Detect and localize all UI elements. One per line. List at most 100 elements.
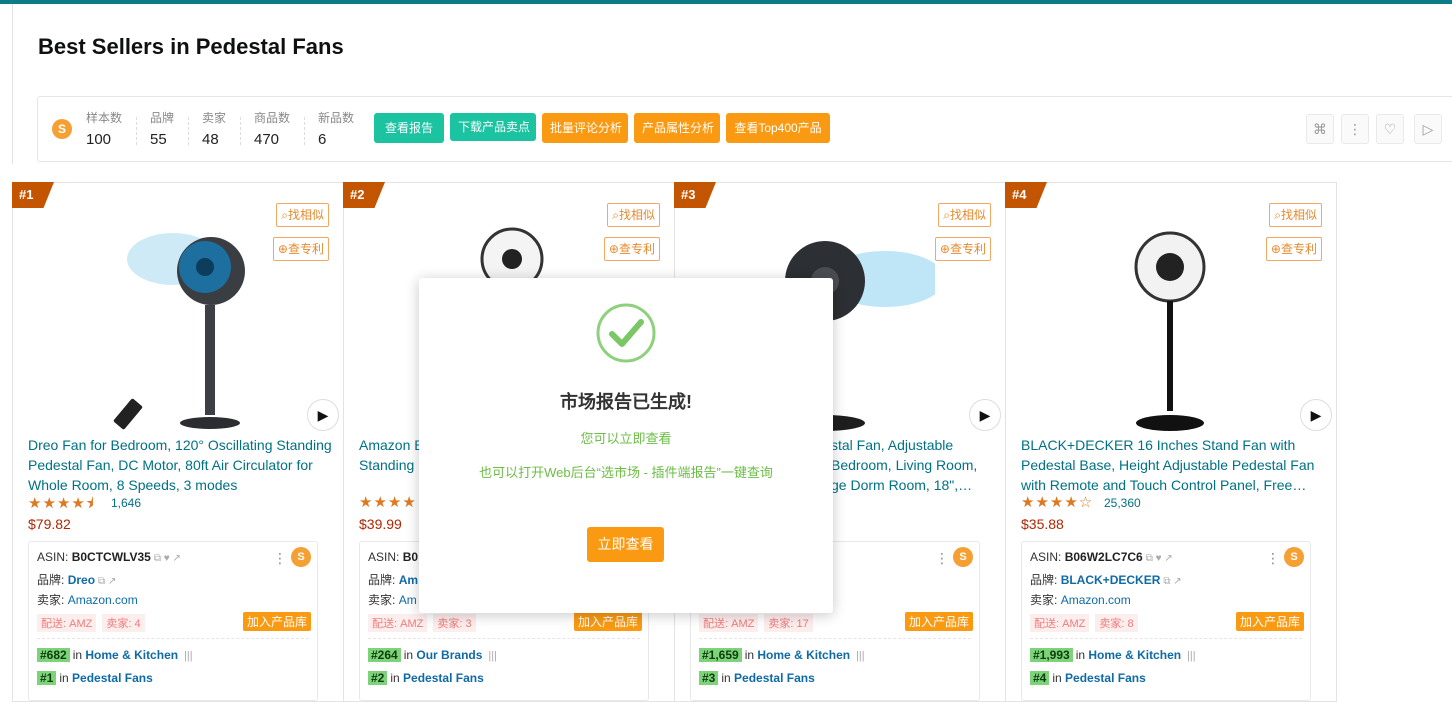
product-image[interactable] bbox=[93, 219, 273, 435]
in-label: in bbox=[72, 648, 83, 662]
stat-separator bbox=[136, 117, 137, 145]
plugin-logo-icon[interactable]: S bbox=[953, 547, 973, 567]
top400-button[interactable]: 查看Top400产品 bbox=[726, 113, 830, 143]
check-patent-button[interactable]: ⊕查专利 bbox=[603, 237, 660, 261]
heart-icon[interactable]: ♡ bbox=[1376, 114, 1404, 144]
stat-label: 商品数 bbox=[254, 111, 291, 125]
seller-link[interactable]: Amazon.com bbox=[68, 593, 138, 607]
category-link[interactable]: Home & Kitchen bbox=[757, 648, 850, 662]
view-report-button[interactable]: 查看报告 bbox=[374, 113, 444, 143]
modal-subtitle: 您可以立即查看 bbox=[580, 431, 672, 446]
product-title-link[interactable]: stal Fan, Adjustable Bedroom, Living Roo… bbox=[831, 435, 991, 495]
find-similar-button[interactable]: ⌕找相似 bbox=[1269, 203, 1322, 227]
bar-chart-icon[interactable]: ||| bbox=[488, 650, 497, 662]
category-rank: #1,993 bbox=[1030, 648, 1073, 662]
category-link[interactable]: Home & Kitchen bbox=[1088, 648, 1181, 662]
subcategory-link[interactable]: Pedestal Fans bbox=[72, 671, 153, 685]
asin-label: ASIN: bbox=[368, 550, 400, 564]
stat-seller-count: 卖家 48 bbox=[202, 109, 226, 148]
check-patent-label: 查专利 bbox=[1280, 242, 1317, 256]
bulk-review-analysis-button[interactable]: 批量评论分析 bbox=[542, 113, 628, 143]
play-video-button[interactable]: ▶ bbox=[307, 399, 339, 431]
delivery-tag: 配送: AMZ bbox=[1030, 614, 1090, 632]
subcategory-link[interactable]: Pedestal Fans bbox=[734, 671, 815, 685]
brand-row: 品牌: BLACK+DECKER ⧉ ↗ bbox=[1030, 571, 1182, 588]
divider bbox=[699, 638, 971, 639]
subcategory-rank: #4 bbox=[1030, 671, 1050, 685]
category-link[interactable]: Home & Kitchen bbox=[85, 648, 178, 662]
stat-value: 470 bbox=[254, 131, 280, 148]
brand-label: 品牌: bbox=[368, 573, 396, 587]
more-vertical-icon[interactable]: ⋮ bbox=[1266, 550, 1280, 567]
check-patent-button[interactable]: ⊕查专利 bbox=[1265, 237, 1322, 261]
rank-badge: #1 bbox=[12, 182, 54, 208]
copy-icon[interactable]: ⧉ ↗ bbox=[98, 576, 116, 587]
success-check-icon bbox=[596, 303, 656, 363]
subcategory-link[interactable]: Pedestal Fans bbox=[1065, 671, 1146, 685]
in-label: in bbox=[403, 648, 414, 662]
add-to-library-button[interactable]: 加入产品库 bbox=[242, 612, 311, 631]
add-to-library-button[interactable]: 加入产品库 bbox=[1235, 612, 1304, 631]
brand-link[interactable]: Dreo bbox=[68, 573, 95, 587]
brand-link[interactable]: BLACK+DECKER bbox=[1061, 573, 1161, 587]
brand-link[interactable]: Am bbox=[399, 573, 418, 587]
find-similar-label: 找相似 bbox=[1280, 208, 1317, 222]
more-vertical-icon[interactable]: ⋮ bbox=[935, 550, 949, 567]
brand-row: 品牌: Am bbox=[368, 571, 418, 588]
delivery-tag: 配送: AMZ bbox=[699, 614, 759, 632]
in-label: in bbox=[1075, 648, 1086, 662]
find-similar-button[interactable]: ⌕找相似 bbox=[938, 203, 991, 227]
product-title-link[interactable]: BLACK+DECKER 16 Inches Stand Fan with Pe… bbox=[1021, 435, 1326, 495]
review-count[interactable]: 1,646 bbox=[111, 496, 141, 510]
stat-separator bbox=[188, 117, 189, 145]
product-card: #4 ⌕找相似 ⊕查专利 ▶ BLACK+DECKER 16 Inches St… bbox=[1005, 182, 1337, 702]
category-link[interactable]: Our Brands bbox=[416, 648, 482, 662]
bar-chart-icon[interactable]: ||| bbox=[856, 650, 865, 662]
check-patent-button[interactable]: ⊕查专利 bbox=[272, 237, 329, 261]
play-video-button[interactable]: ▶ bbox=[1300, 399, 1332, 431]
more-vertical-icon[interactable]: ⋮ bbox=[273, 550, 287, 567]
product-title-link[interactable]: Dreo Fan for Bedroom, 120° Oscillating S… bbox=[28, 435, 333, 495]
plugin-logo-icon[interactable]: S bbox=[1284, 547, 1304, 567]
add-to-library-button[interactable]: 加入产品库 bbox=[573, 612, 642, 631]
find-similar-button[interactable]: ⌕找相似 bbox=[276, 203, 329, 227]
star-rating: ★★★★ bbox=[359, 494, 417, 511]
copy-icon[interactable]: ⧉ ♥ ↗ bbox=[1146, 553, 1173, 564]
asin-value: B0 bbox=[402, 550, 419, 564]
check-patent-button[interactable]: ⊕查专利 bbox=[934, 237, 991, 261]
asin-row: ASIN: B0CTCWLV35 ⧉ ♥ ↗ bbox=[37, 550, 181, 564]
stat-separator bbox=[240, 117, 241, 145]
stat-label: 新品数 bbox=[318, 111, 355, 125]
product-info-panel: ASIN: B06W2LC7C6 ⧉ ♥ ↗ ⋮ S 品牌: BLACK+DECK… bbox=[1021, 541, 1311, 701]
command-icon[interactable]: ⌘ bbox=[1306, 114, 1334, 144]
find-similar-button[interactable]: ⌕找相似 bbox=[607, 203, 660, 227]
copy-icon[interactable]: ⧉ ♥ ↗ bbox=[154, 553, 181, 564]
category-rank-row: #1,993 in Home & Kitchen ||| bbox=[1030, 648, 1196, 662]
product-price: $79.82 bbox=[28, 516, 71, 532]
attribute-analysis-button[interactable]: 产品属性分析 bbox=[634, 113, 720, 143]
copy-icon[interactable]: ⧉ ↗ bbox=[1163, 576, 1181, 587]
brand-label: 品牌: bbox=[37, 573, 65, 587]
bar-chart-icon[interactable]: ||| bbox=[184, 650, 193, 662]
top-accent-bar bbox=[0, 0, 1452, 4]
seller-link[interactable]: Amazon.com bbox=[1061, 593, 1131, 607]
review-count[interactable]: 25,360 bbox=[1104, 496, 1141, 510]
more-vertical-icon[interactable]: ⋮ bbox=[1341, 114, 1369, 144]
download-selling-points-button[interactable]: 下载产品卖点 bbox=[450, 113, 536, 141]
category-rank: #682 bbox=[37, 648, 70, 662]
plugin-logo-icon[interactable]: S bbox=[291, 547, 311, 567]
video-icon[interactable]: ▷ bbox=[1414, 114, 1442, 144]
bar-chart-icon[interactable]: ||| bbox=[1187, 650, 1196, 662]
seller-row: 卖家: Am bbox=[368, 591, 417, 608]
brand-label: 品牌: bbox=[1030, 573, 1058, 587]
product-image[interactable] bbox=[1086, 219, 1266, 435]
asin-label: ASIN: bbox=[1030, 550, 1062, 564]
subcategory-rank: #3 bbox=[699, 671, 719, 685]
play-video-button[interactable]: ▶ bbox=[969, 399, 1001, 431]
asin-value: B06W2LC7C6 bbox=[1064, 550, 1143, 564]
view-now-button[interactable]: 立即查看 bbox=[587, 527, 664, 562]
add-to-library-button[interactable]: 加入产品库 bbox=[904, 612, 973, 631]
subcategory-link[interactable]: Pedestal Fans bbox=[403, 671, 484, 685]
find-similar-label: 找相似 bbox=[287, 208, 324, 222]
seller-link[interactable]: Am bbox=[399, 593, 417, 607]
